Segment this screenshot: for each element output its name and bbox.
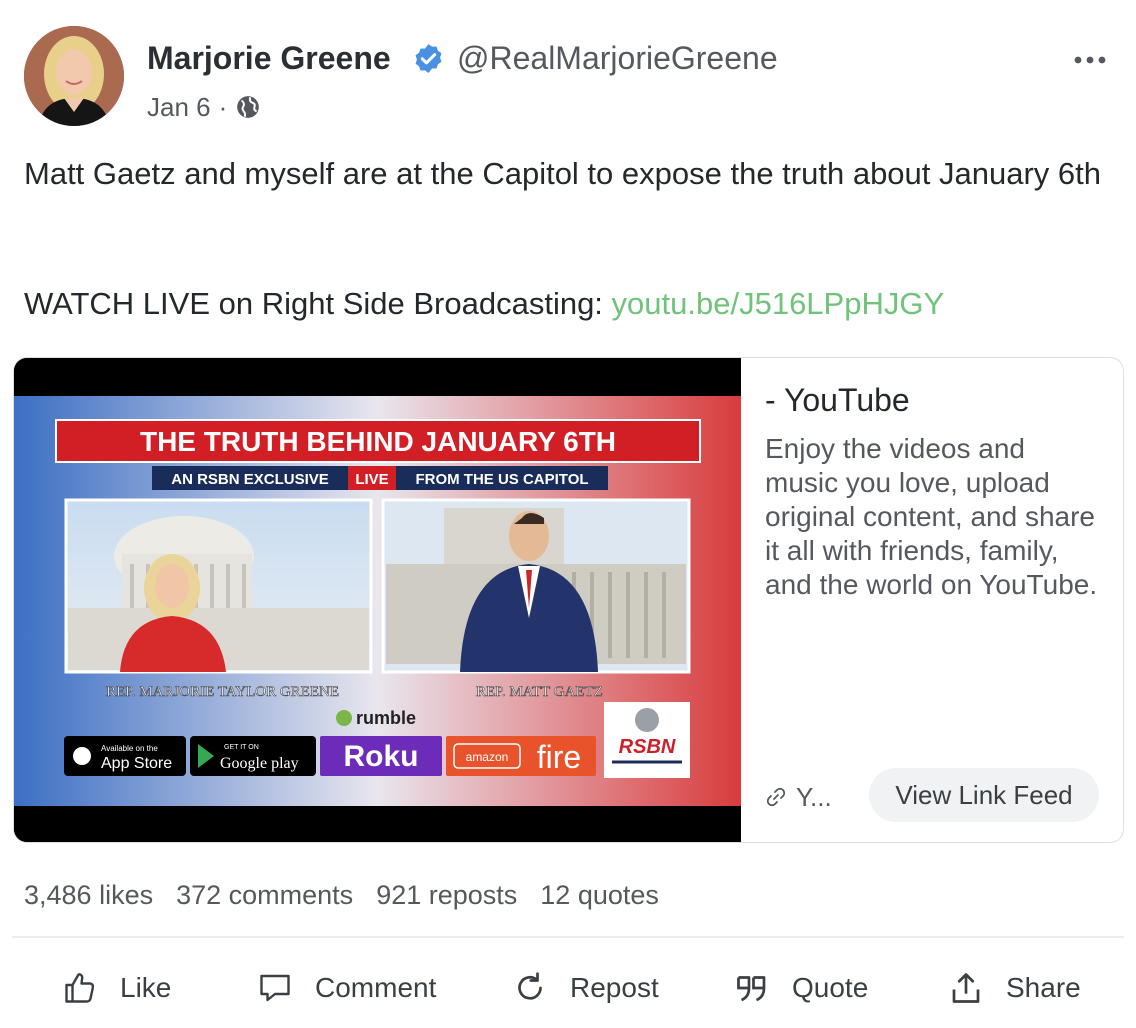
like-label: Like (120, 972, 172, 1003)
repost-icon (518, 972, 542, 1000)
reposts-count[interactable]: 921 reposts (376, 880, 517, 916)
divider (12, 936, 1124, 938)
post-meta: Jan 6 · (147, 90, 261, 124)
thumb-rumble: rumble (356, 708, 416, 728)
quote-button[interactable]: Quote (734, 960, 868, 1016)
link-preview-card[interactable]: THE TRUTH BEHIND JANUARY 6TH AN RSBN EXC… (13, 357, 1124, 843)
post-text-main: Matt Gaetz and myself are at the Capitol… (24, 156, 1102, 191)
likes-count[interactable]: 3,486 likes (24, 880, 153, 916)
quotes-count[interactable]: 12 quotes (540, 880, 659, 916)
post-text-watch: WATCH LIVE on Right Side Broadcasting: y… (24, 282, 944, 326)
view-link-feed-button[interactable]: View Link Feed (869, 768, 1099, 822)
avatar[interactable] (24, 26, 124, 126)
post-body: Matt Gaetz and myself are at the Capitol… (24, 152, 1104, 321)
share-button[interactable]: Share (948, 960, 1081, 1016)
link-card-source: - YouTube (765, 382, 910, 418)
comment-button[interactable]: Comment (257, 960, 436, 1016)
thumb-appstore: App Store (101, 755, 172, 772)
more-options-button[interactable] (1070, 48, 1110, 72)
link-card-domain[interactable]: Y... (764, 780, 832, 814)
thumb-roku: Roku (344, 740, 419, 773)
thumb-googleplay: Google play (220, 755, 299, 772)
share-label: Share (1006, 972, 1081, 1003)
comment-icon (260, 974, 290, 1002)
thumb-fire: fire (537, 739, 581, 775)
repost-button[interactable]: Repost (512, 960, 659, 1016)
comment-label: Comment (315, 972, 437, 1003)
post-card: Marjorie Greene @RealMarjorieGreene Jan … (0, 0, 1136, 1028)
more-icon (1074, 56, 1106, 64)
link-card-domain-text: Y... (796, 781, 832, 812)
share-icon (952, 973, 980, 1003)
verified-badge-icon (415, 44, 442, 73)
post-stats: 3,486 likes 372 comments 921 reposts 12 … (24, 880, 659, 916)
thumbnail-image: THE TRUTH BEHIND JANUARY 6TH AN RSBN EXC… (14, 358, 741, 842)
repost-label: Repost (570, 972, 659, 1003)
thumb-caption-left: REP. MARJORIE TAYLOR GREENE (106, 684, 339, 700)
thumb-caption-right: REP. MATT GAETZ (476, 684, 603, 700)
thumb-sub-right: FROM THE US CAPITOL (415, 471, 588, 488)
like-button[interactable]: Like (62, 960, 171, 1016)
post-actions: Like Comment Repost Quote Share (0, 960, 1136, 1016)
quote-label: Quote (792, 972, 869, 1003)
author-name[interactable]: Marjorie Greene (147, 40, 391, 77)
comments-count[interactable]: 372 comments (176, 880, 353, 916)
thumb-rsbn: RSBN (619, 736, 676, 758)
post-link[interactable]: youtu.be/J516LPpHJGY (612, 286, 945, 321)
globe-icon (237, 96, 260, 118)
thumb-googleplay-small: GET IT ON (224, 744, 259, 751)
thumb-sub-live: LIVE (355, 471, 388, 488)
link-icon (766, 787, 786, 807)
avatar-image (24, 26, 124, 126)
author-handle[interactable]: @RealMarjorieGreene (457, 40, 778, 77)
like-icon (65, 973, 95, 1003)
thumb-headline: THE TRUTH BEHIND JANUARY 6TH (140, 426, 616, 457)
thumb-appstore-small: Available on the (101, 744, 158, 753)
thumb-sub-left: AN RSBN EXCLUSIVE (171, 471, 329, 488)
quote-icon (737, 976, 766, 1002)
link-card-description: Enjoy the videos and music you love, upl… (765, 433, 1098, 600)
meta-separator: · (218, 91, 228, 122)
thumb-amazon: amazon (466, 750, 509, 764)
post-watch-label: WATCH LIVE on Right Side Broadcasting: (24, 286, 612, 321)
post-date[interactable]: Jan 6 (147, 92, 211, 123)
link-thumbnail[interactable]: THE TRUTH BEHIND JANUARY 6TH AN RSBN EXC… (14, 358, 741, 842)
